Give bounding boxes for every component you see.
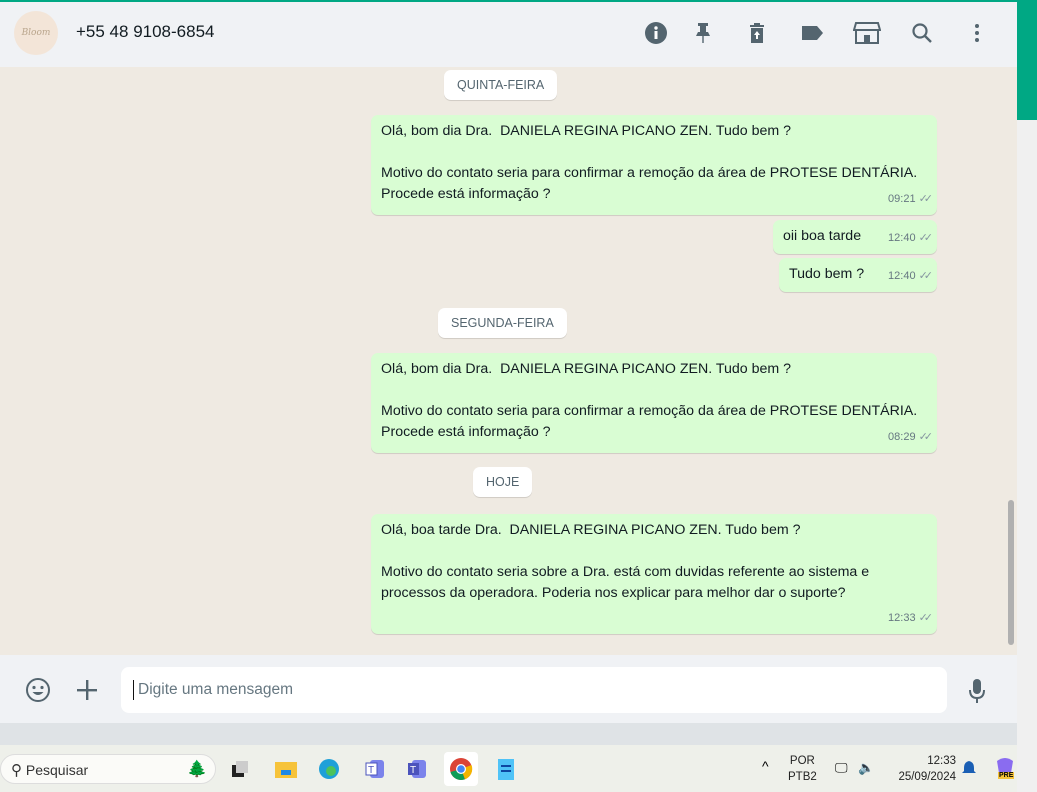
- message-bubble[interactable]: oii boa tarde 12:40 ✓✓: [773, 220, 937, 254]
- svg-text:T: T: [410, 765, 416, 776]
- window-scrollbar-thumb[interactable]: [1017, 0, 1037, 120]
- day-separator: QUINTA-FEIRA: [444, 70, 558, 100]
- message-time: 09:21: [888, 193, 916, 205]
- message-meta: 12:33 ✓✓: [888, 608, 934, 629]
- read-receipt-icon: ✓✓: [918, 193, 934, 205]
- message-text: oii boa tarde: [783, 228, 862, 244]
- contact-avatar[interactable]: Bloom: [14, 11, 58, 55]
- chrome-icon[interactable]: [444, 752, 478, 786]
- delete-icon[interactable]: [744, 20, 770, 46]
- taskbar-search-label: Pesquisar: [25, 762, 89, 778]
- clock-date: 25/09/2024: [898, 771, 956, 783]
- microphone-icon[interactable]: [967, 677, 987, 710]
- notepad-icon[interactable]: [491, 754, 521, 784]
- read-receipt-icon: ✓✓: [918, 232, 934, 244]
- teams-classic-icon[interactable]: T: [360, 754, 390, 784]
- read-receipt-icon: ✓✓: [918, 431, 934, 443]
- day-separator: SEGUNDA-FEIRA: [438, 308, 567, 338]
- attach-plus-icon[interactable]: [76, 679, 98, 708]
- message-bubble[interactable]: Olá, boa tarde Dra. DANIELA REGINA PICAN…: [371, 514, 937, 634]
- language-code: POR: [789, 755, 815, 767]
- notification-bell-icon[interactable]: [962, 760, 976, 781]
- more-vert-icon[interactable]: [964, 20, 990, 46]
- svg-text:T: T: [368, 765, 374, 776]
- store-icon[interactable]: [852, 20, 882, 46]
- message-meta: 12:40 ✓✓: [888, 228, 934, 249]
- clock-time: 12:33: [927, 755, 956, 767]
- pin-icon[interactable]: [690, 20, 716, 46]
- message-text: Olá, bom dia Dra. DANIELA REGINA PICANO …: [381, 123, 918, 202]
- message-placeholder: Digite uma mensagem: [138, 681, 294, 699]
- teams-icon[interactable]: T: [402, 754, 432, 784]
- file-explorer-icon[interactable]: [271, 754, 301, 784]
- day-separator: HOJE: [473, 467, 533, 497]
- message-meta: 09:21 ✓✓: [888, 189, 934, 210]
- message-input[interactable]: Digite uma mensagem: [121, 667, 947, 713]
- message-time: 08:29: [888, 431, 916, 443]
- read-receipt-icon: ✓✓: [918, 270, 934, 282]
- message-text: Olá, boa tarde Dra. DANIELA REGINA PICAN…: [381, 522, 870, 601]
- message-bubble[interactable]: Tudo bem ? 12:40 ✓✓: [779, 258, 937, 292]
- task-view-icon[interactable]: [225, 754, 255, 784]
- language-indicator[interactable]: POR PTB2: [788, 753, 817, 785]
- message-time: 12:40: [888, 270, 916, 282]
- keyboard-layout: PTB2: [788, 771, 817, 783]
- message-text: Olá, bom dia Dra. DANIELA REGINA PICANO …: [381, 361, 918, 440]
- message-time: 12:40: [888, 232, 916, 244]
- message-meta: 08:29 ✓✓: [888, 427, 934, 448]
- edge-icon[interactable]: [314, 754, 344, 784]
- message-time: 12:33: [888, 612, 916, 624]
- read-receipt-icon: ✓✓: [918, 612, 934, 624]
- info-icon[interactable]: [643, 20, 669, 46]
- search-icon[interactable]: [909, 20, 935, 46]
- volume-icon[interactable]: 🔈: [858, 760, 874, 776]
- clock[interactable]: 12:33 25/09/2024: [890, 753, 956, 785]
- emoji-icon[interactable]: [25, 677, 51, 710]
- copilot-icon[interactable]: PRE: [995, 757, 1017, 783]
- message-text: Tudo bem ?: [789, 266, 865, 282]
- label-icon[interactable]: [799, 20, 825, 46]
- taskbar-search[interactable]: ⚲ Pesquisar 🌲: [0, 754, 216, 784]
- landscape-icon: 🌲: [187, 761, 207, 778]
- message-bubble[interactable]: Olá, bom dia Dra. DANIELA REGINA PICANO …: [371, 353, 937, 453]
- message-meta: 12:40 ✓✓: [888, 266, 934, 287]
- contact-name[interactable]: +55 48 9108-6854: [76, 22, 215, 42]
- tray-overflow-icon[interactable]: ^: [762, 758, 769, 774]
- chat-scrollbar[interactable]: [1008, 500, 1014, 645]
- search-icon: ⚲: [11, 762, 22, 779]
- message-bubble[interactable]: Olá, bom dia Dra. DANIELA REGINA PICANO …: [371, 115, 937, 215]
- network-icon[interactable]: 🖵: [835, 760, 848, 776]
- preview-badge: PRE: [998, 772, 1015, 779]
